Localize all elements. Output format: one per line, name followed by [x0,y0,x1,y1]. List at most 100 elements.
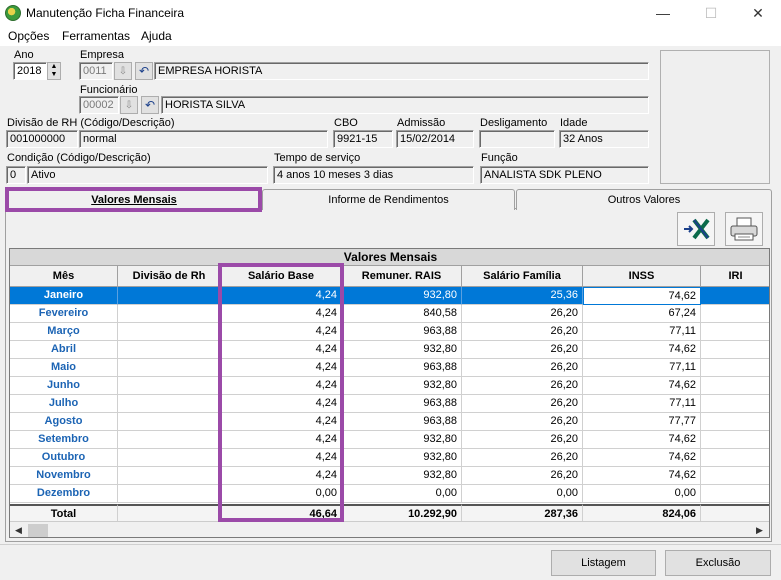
cell-inss[interactable]: 77,11 [583,359,701,377]
cell-irrf[interactable] [701,305,769,323]
cell-salario-base[interactable]: 4,24 [221,431,342,449]
cell-inss[interactable]: 824,06 [583,504,701,522]
cell-irrf[interactable] [701,341,769,359]
cell-mes[interactable]: Setembro [10,431,118,449]
cell-remuner-rais[interactable]: 963,88 [342,413,462,431]
table-row[interactable]: Maio 4,24 963,88 26,20 77,11 [10,359,769,377]
cell-inss[interactable]: 74,62 [583,341,701,359]
cell-remuner-rais[interactable]: 932,80 [342,467,462,485]
cell-salario-familia[interactable]: 26,20 [462,341,583,359]
cell-salario-base[interactable]: 4,24 [221,341,342,359]
empresa-code-input[interactable]: 0011 [79,62,113,80]
cell-divisao[interactable] [118,449,221,467]
cell-irrf[interactable] [701,287,769,305]
cell-remuner-rais[interactable]: 932,80 [342,377,462,395]
cell-divisao[interactable] [118,467,221,485]
cell-mes[interactable]: Dezembro [10,485,118,503]
cell-salario-familia[interactable]: 287,36 [462,504,583,522]
funcionario-code-input[interactable]: 00002 [79,96,119,114]
total-row[interactable]: Total 46,64 10.292,90 287,36 824,06 [10,504,769,522]
cell-remuner-rais[interactable]: 932,80 [342,449,462,467]
cell-irrf[interactable] [701,485,769,503]
cell-salario-familia[interactable]: 25,36 [462,287,583,305]
tab-informe-rendimentos[interactable]: Informe de Rendimentos [262,189,515,210]
cell-salario-familia[interactable]: 26,20 [462,449,583,467]
scroll-right-icon[interactable]: ▶ [751,522,768,537]
cell-divisao[interactable] [118,359,221,377]
cell-inss[interactable]: 74,62 [583,449,701,467]
cell-salario-base[interactable]: 4,24 [221,377,342,395]
print-button[interactable] [725,212,763,246]
cell-remuner-rais[interactable]: 963,88 [342,359,462,377]
cell-inss[interactable]: 74,62 [583,287,701,305]
cell-irrf[interactable] [701,449,769,467]
cell-salario-familia[interactable]: 26,20 [462,323,583,341]
cell-salario-familia[interactable]: 26,20 [462,431,583,449]
cell-divisao[interactable] [118,504,221,522]
scroll-left-icon[interactable]: ◀ [10,522,27,537]
col-divisao-rh[interactable]: Divisão de Rh [118,266,221,287]
table-row[interactable]: Julho 4,24 963,88 26,20 77,11 [10,395,769,413]
cell-salario-familia[interactable]: 26,20 [462,413,583,431]
cell-remuner-rais[interactable]: 963,88 [342,323,462,341]
cell-inss[interactable]: 74,62 [583,431,701,449]
cell-divisao[interactable] [118,431,221,449]
cell-salario-familia[interactable]: 0,00 [462,485,583,503]
cell-mes[interactable]: Outubro [10,449,118,467]
minimize-button[interactable]: — [640,0,686,26]
cell-remuner-rais[interactable]: 840,58 [342,305,462,323]
cell-remuner-rais[interactable]: 10.292,90 [342,504,462,522]
close-button[interactable]: ✕ [735,0,781,26]
cell-mes[interactable]: Maio [10,359,118,377]
exclusao-button[interactable]: Exclusão [665,550,771,576]
cell-salario-familia[interactable]: 26,20 [462,377,583,395]
empresa-download-icon[interactable]: ⇩ [114,62,132,80]
ano-input[interactable]: 2018 [13,62,47,80]
cell-divisao[interactable] [118,341,221,359]
cell-salario-familia[interactable]: 26,20 [462,395,583,413]
cell-inss[interactable]: 74,62 [583,377,701,395]
table-row[interactable]: Setembro 4,24 932,80 26,20 74,62 [10,431,769,449]
cell-mes[interactable]: Agosto [10,413,118,431]
cell-irrf[interactable] [701,377,769,395]
funcionario-undo-icon[interactable]: ↶ [141,96,159,114]
cell-inss[interactable]: 77,11 [583,395,701,413]
cell-inss[interactable]: 0,00 [583,485,701,503]
valores-mensais-grid[interactable]: Valores Mensais Mês Divisão de Rh Salári… [9,248,770,538]
cell-salario-base[interactable]: 4,24 [221,467,342,485]
cell-salario-base[interactable]: 46,64 [221,504,342,522]
cell-salario-familia[interactable]: 26,20 [462,305,583,323]
cell-remuner-rais[interactable]: 963,88 [342,395,462,413]
menu-ferramentas[interactable]: Ferramentas [62,29,130,43]
cell-divisao[interactable] [118,377,221,395]
cell-remuner-rais[interactable]: 932,80 [342,341,462,359]
col-salario-familia[interactable]: Salário Família [462,266,583,287]
cell-inss[interactable]: 67,24 [583,305,701,323]
cell-salario-base[interactable]: 4,24 [221,305,342,323]
cell-mes[interactable]: Março [10,323,118,341]
cell-inss[interactable]: 74,62 [583,467,701,485]
cell-salario-familia[interactable]: 26,20 [462,359,583,377]
cell-salario-base[interactable]: 0,00 [221,485,342,503]
cell-irrf[interactable] [701,413,769,431]
cell-salario-base[interactable]: 4,24 [221,323,342,341]
col-salario-base[interactable]: Salário Base [221,266,342,287]
cell-mes[interactable]: Abril [10,341,118,359]
col-remuner-rais[interactable]: Remuner. RAIS [342,266,462,287]
table-row[interactable]: Janeiro 4,24 932,80 25,36 74,62 [10,287,769,305]
cell-divisao[interactable] [118,323,221,341]
cell-remuner-rais[interactable]: 932,80 [342,287,462,305]
ano-spinner[interactable]: ▲ ▼ [47,62,61,80]
table-row[interactable]: Abril 4,24 932,80 26,20 74,62 [10,341,769,359]
cell-inss[interactable]: 77,11 [583,323,701,341]
menu-ajuda[interactable]: Ajuda [141,29,172,43]
cell-mes[interactable]: Novembro [10,467,118,485]
cell-irrf[interactable] [701,323,769,341]
table-row[interactable]: Agosto 4,24 963,88 26,20 77,77 [10,413,769,431]
cell-divisao[interactable] [118,305,221,323]
cell-irrf[interactable] [701,431,769,449]
cell-salario-base[interactable]: 4,24 [221,359,342,377]
col-irrf[interactable]: IRI [701,266,769,287]
listagem-button[interactable]: Listagem [551,550,656,576]
cell-mes[interactable]: Junho [10,377,118,395]
